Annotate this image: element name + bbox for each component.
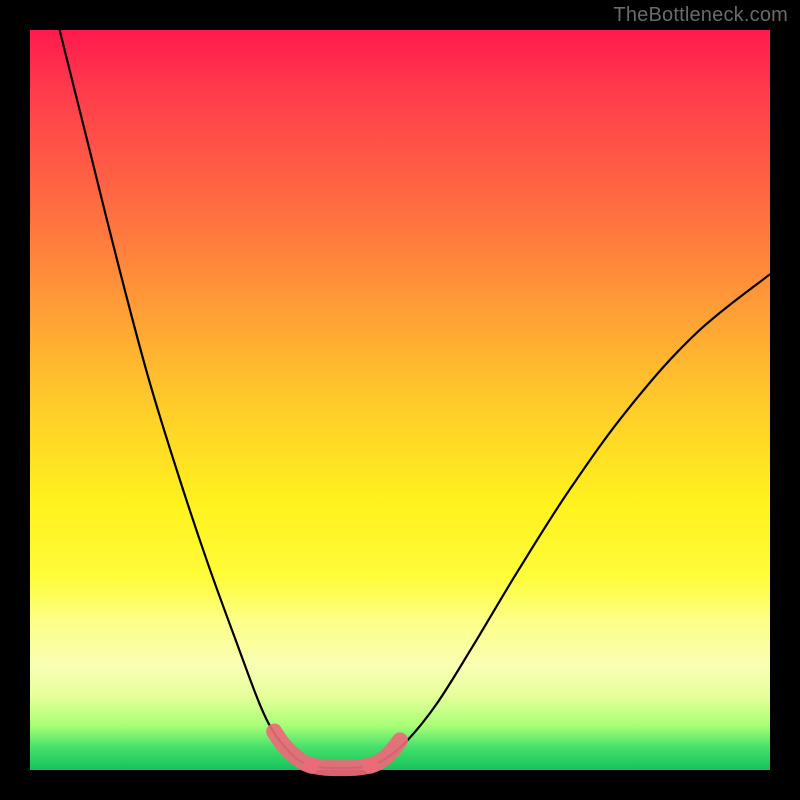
series-floor-highlight — [311, 766, 370, 769]
series-left-curve — [60, 30, 312, 766]
chart-svg — [30, 30, 770, 770]
chart-frame: TheBottleneck.com — [0, 0, 800, 800]
series-right-curve — [370, 274, 770, 765]
plot-area — [30, 30, 770, 770]
series-right-highlight — [370, 740, 400, 765]
watermark-text: TheBottleneck.com — [613, 4, 788, 27]
